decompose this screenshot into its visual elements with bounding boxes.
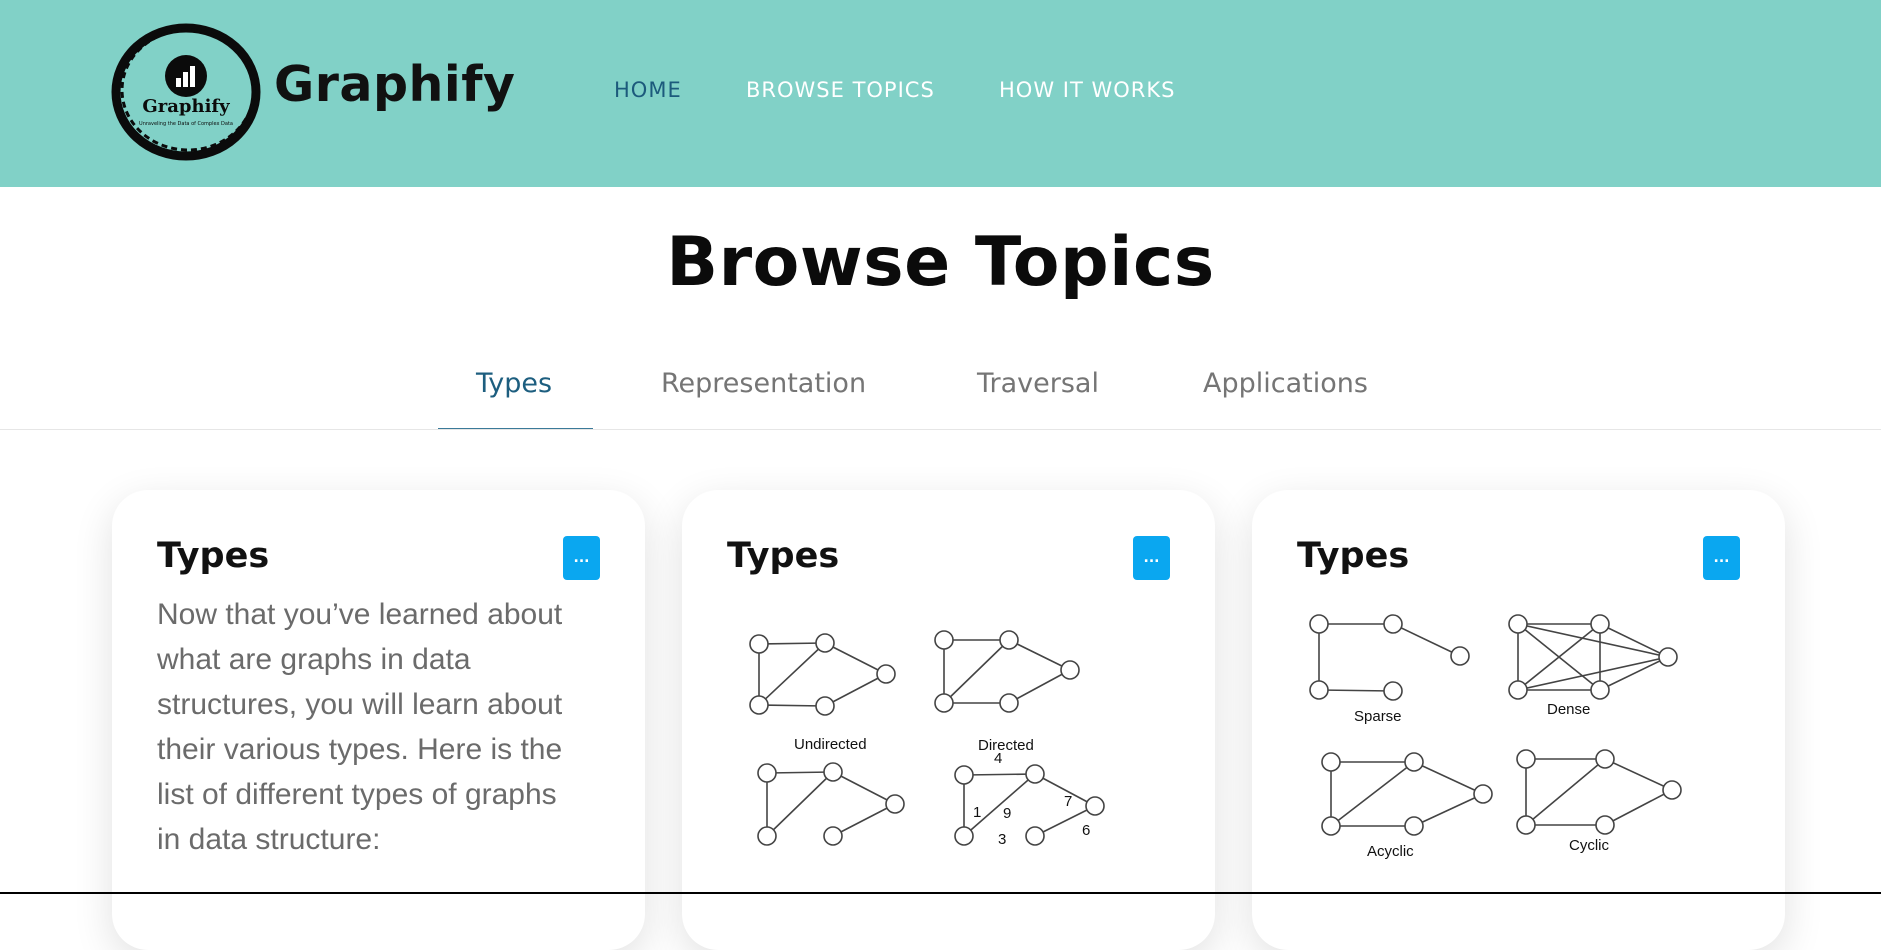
nav-home[interactable]: HOME: [614, 78, 682, 102]
topic-card: Types ...: [1252, 490, 1785, 950]
topic-card: Types ...: [682, 490, 1215, 950]
graph-types-diagram: Sparse Dense Acyclic Cyclic: [1309, 614, 1682, 860]
tab-representation[interactable]: Representation: [661, 368, 866, 399]
more-options-button[interactable]: ...: [563, 536, 600, 580]
logo-text: Graphify: [142, 96, 230, 117]
more-options-button[interactable]: ...: [1703, 536, 1740, 580]
diagram-label-cyclic: Cyclic: [1569, 837, 1609, 854]
tabs-divider: [0, 429, 1881, 430]
brand-name[interactable]: Graphify: [274, 56, 515, 113]
more-options-button[interactable]: ...: [1133, 536, 1170, 580]
page-title: Browse Topics: [666, 223, 1215, 302]
diagram-label-dense: Dense: [1547, 701, 1590, 718]
topic-tabs: Types Representation Traversal Applicati…: [0, 366, 1881, 430]
nav-browse-topics[interactable]: BROWSE TOPICS: [746, 78, 935, 102]
tab-traversal[interactable]: Traversal: [977, 368, 1099, 399]
edge-weight: 9: [1003, 805, 1011, 822]
topic-card: Types ... Now that you’ve learned about …: [112, 490, 645, 950]
edge-weight: 1: [973, 804, 981, 821]
tab-types[interactable]: Types: [476, 368, 552, 399]
card-title: Types: [157, 536, 270, 576]
diagram-label-sparse: Sparse: [1354, 708, 1402, 725]
edge-weight: 4: [994, 750, 1002, 767]
edge-weight: 7: [1064, 793, 1072, 810]
nav-how-it-works[interactable]: HOW IT WORKS: [999, 78, 1175, 102]
tab-applications[interactable]: Applications: [1203, 368, 1368, 399]
card-description: Now that you’ve learned about what are g…: [157, 598, 563, 856]
edge-weight: 6: [1082, 822, 1090, 839]
site-header: Graphify Unraveling the Data of Complex …: [0, 0, 1881, 187]
diagram-label-undirected: Undirected: [794, 736, 867, 753]
card-title: Types: [1297, 536, 1410, 576]
logo-tagline: Unraveling the Data of Complex Data: [139, 121, 233, 127]
edge-weight: 3: [998, 831, 1006, 848]
graph-types-diagram: Undirected Directed 4 7 1 9 3 6: [749, 630, 1105, 848]
card-title: Types: [727, 536, 840, 576]
diagram-label-directed: Directed: [978, 737, 1034, 754]
diagram-label-acyclic: Acyclic: [1367, 843, 1414, 860]
graphify-logo[interactable]: Graphify Unraveling the Data of Complex …: [108, 20, 264, 164]
